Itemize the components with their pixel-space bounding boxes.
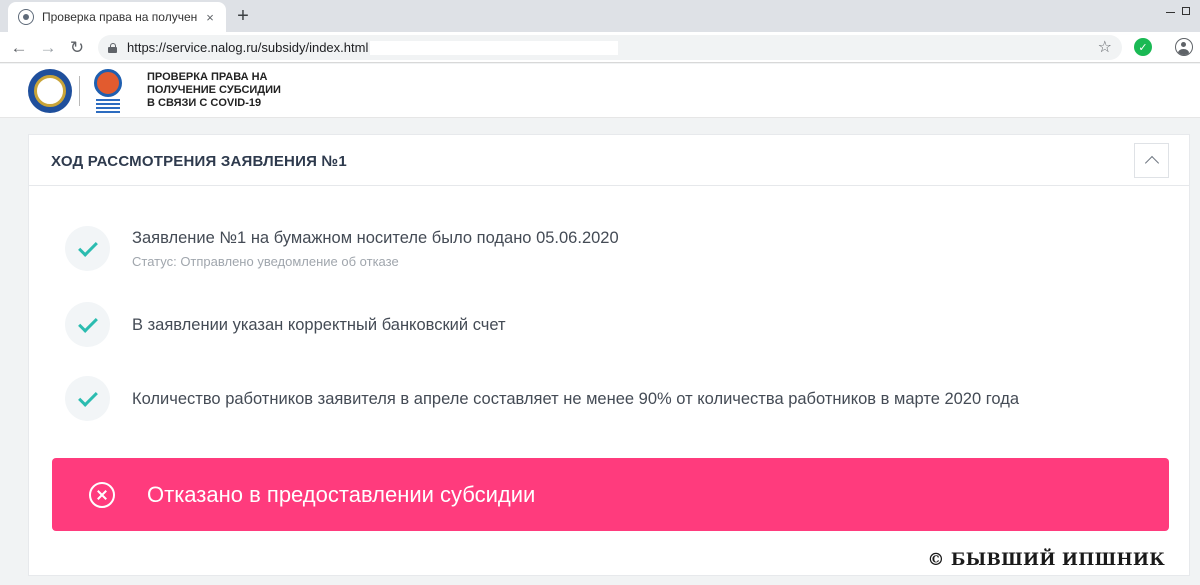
url-redaction [370,40,619,55]
step-title: Количество работников заявителя в апреле… [132,390,1020,408]
browser-tab-bar: Проверка права на получение × + [0,0,1200,32]
covid-logo [92,69,124,113]
back-button[interactable]: ← [7,36,31,60]
site-title-line: ПОЛУЧЕНИЕ СУБСИДИИ [147,84,281,96]
watermark: © БЫВШИЙ ИПШНИК [927,550,1165,570]
rejection-banner: Отказано в предоставлении субсидии [52,458,1169,531]
fns-favicon-icon [18,9,34,25]
fns-emblem-logo[interactable] [28,69,72,113]
status-step: В заявлении указан корректный банковский… [65,302,506,347]
site-title-line: В СВЯЗИ С COVID-19 [147,97,262,109]
window-controls [1162,3,1194,17]
rejection-text: Отказано в предоставлении субсидии [147,482,536,507]
chevron-up-icon [1144,155,1159,171]
minimize-button[interactable] [1162,3,1178,17]
site-title-line: ПРОВЕРКА ПРАВА НА [147,71,268,83]
card-title: ХОД РАССМОТРЕНИЯ ЗАЯВЛЕНИЯ №1 [51,153,347,170]
application-status-card: ХОД РАССМОТРЕНИЯ ЗАЯВЛЕНИЯ №1 Заявление … [28,134,1190,576]
restore-button[interactable] [1178,3,1194,17]
check-icon [77,312,98,333]
virus-icon [94,69,122,97]
bookmark-star-icon[interactable]: ☆ [1098,37,1112,57]
card-header: ХОД РАССМОТРЕНИЯ ЗАЯВЛЕНИЯ №1 [29,135,1189,186]
forward-button[interactable]: → [36,36,60,60]
minimize-icon [1165,7,1175,13]
check-icon [77,386,98,407]
restore-icon [1182,7,1190,15]
step-title: В заявлении указан корректный банковский… [132,316,506,334]
tab-title: Проверка права на получение [42,10,198,24]
collapse-button[interactable] [1134,143,1169,178]
check-icon [77,236,98,257]
check-badge [65,302,110,347]
new-tab-button[interactable]: + [232,5,254,27]
stripes-icon [96,99,120,113]
url-text[interactable]: https://service.nalog.ru/subsidy/index.h… [127,40,368,55]
reload-button[interactable]: ↻ [65,36,89,60]
browser-tab[interactable]: Проверка права на получение × [8,2,226,32]
lock-icon[interactable] [108,42,117,53]
browser-toolbar: ← → ↻ https://service.nalog.ru/subsidy/i… [0,32,1200,63]
address-bar[interactable]: https://service.nalog.ru/subsidy/index.h… [98,35,1122,60]
site-header: ПРОВЕРКА ПРАВА НА ПОЛУЧЕНИЕ СУБСИДИИ В С… [0,64,1200,118]
rejected-x-icon [89,482,115,508]
status-step: Количество работников заявителя в апреле… [65,376,1019,421]
extension-check-icon[interactable]: ✓ [1134,38,1152,56]
step-status: Статус: Отправлено уведомление об отказе [132,254,399,269]
check-badge [65,226,110,271]
step-title: Заявление №1 на бумажном носителе было п… [132,229,619,247]
status-step: Заявление №1 на бумажном носителе было п… [65,226,619,271]
logo-divider [79,76,80,106]
site-title: ПРОВЕРКА ПРАВА НА ПОЛУЧЕНИЕ СУБСИДИИ В С… [147,71,281,110]
check-badge [65,376,110,421]
profile-avatar-icon[interactable] [1175,38,1193,56]
tab-close-icon[interactable]: × [202,9,218,25]
